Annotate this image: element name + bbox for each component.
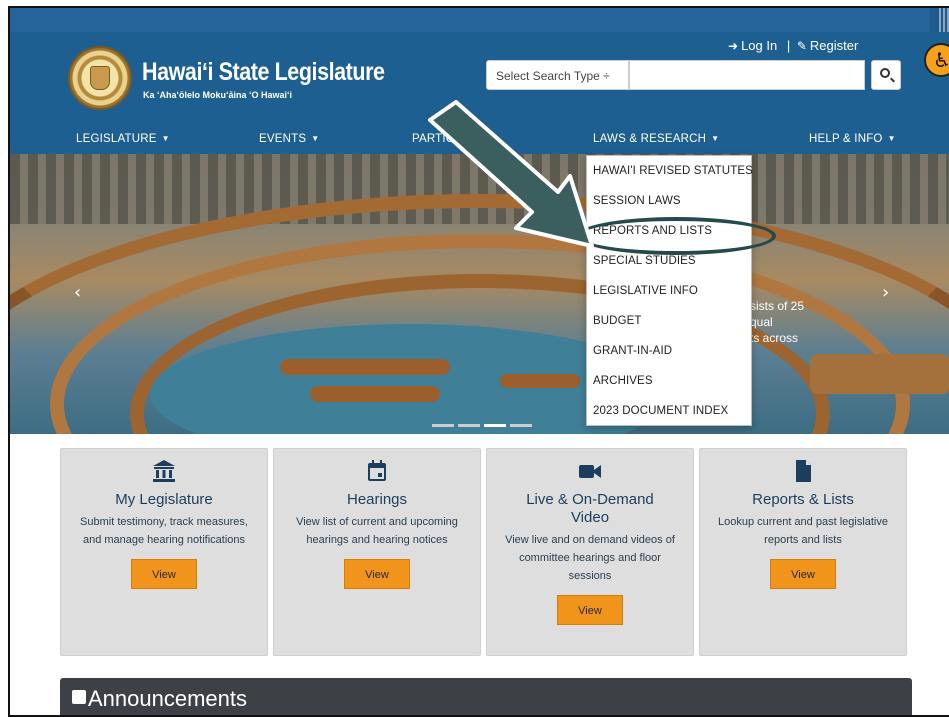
- dropdown-item-document-index[interactable]: 2023 DOCUMENT INDEX: [593, 405, 728, 417]
- calendar-icon: [368, 460, 386, 481]
- hero-caption-line: qual: [750, 315, 773, 329]
- dropdown-item-archives[interactable]: ARCHIVES: [593, 375, 653, 387]
- register-link[interactable]: Register: [810, 38, 858, 53]
- carousel-indicators: [432, 412, 536, 431]
- card-hearings: Hearings View list of current and upcomi…: [273, 448, 481, 656]
- chevron-down-icon: ▼: [887, 134, 896, 143]
- card-title: Reports & Lists: [752, 491, 854, 508]
- nav-legislature[interactable]: LEGISLATURE ▼: [76, 133, 170, 145]
- hero-caption-line: sists of 25: [750, 299, 805, 313]
- nav-label: HELP & INFO: [809, 133, 883, 145]
- carousel-next-icon[interactable]: ›: [882, 282, 889, 303]
- chamber-desk: [310, 386, 440, 402]
- hero-caption-line: ts across: [750, 331, 799, 345]
- chevron-down-icon: ▼: [161, 134, 170, 143]
- browser-frame: Hawaiʻi State Legislature Ka ʻAhaʻōlelo …: [8, 6, 949, 717]
- dropdown-item-legislative-info[interactable]: LEGISLATIVE INFO: [593, 285, 698, 297]
- card-description: View live and on demand videos of commit…: [505, 534, 675, 582]
- card-title: Live & On-Demand Video: [526, 491, 654, 526]
- document-icon: [796, 460, 811, 482]
- view-button[interactable]: View: [770, 559, 836, 589]
- announcements-bar: Announcements: [60, 678, 912, 715]
- seal-shield-icon: [90, 66, 110, 90]
- chamber-desk: [810, 354, 949, 394]
- card-live-video: Live & On-Demand Video View live and on …: [486, 448, 694, 656]
- site-subtitle: Ka ʻAhaʻōlelo Mokuʻāina ʻO Hawaiʻi: [143, 90, 293, 100]
- carousel-indicator[interactable]: [510, 424, 532, 427]
- chevron-down-icon: ▼: [311, 134, 320, 143]
- carousel-indicator-active[interactable]: [484, 424, 506, 427]
- hero-caption: sists of 25 qual ts across: [750, 298, 804, 346]
- nav-label: EVENTS: [259, 133, 307, 145]
- card-description: View list of current and upcoming hearin…: [296, 516, 458, 546]
- nav-help-info[interactable]: HELP & INFO ▼: [809, 133, 896, 145]
- announcements-title: Announcements: [88, 686, 247, 711]
- edit-icon: ✎: [796, 39, 807, 53]
- accessibility-icon: ♿: [933, 48, 949, 72]
- search-type-select[interactable]: Select Search Type ÷: [486, 60, 629, 90]
- state-seal-logo[interactable]: [68, 46, 132, 110]
- login-icon: ➜: [728, 39, 739, 53]
- chevron-down-icon: ▼: [711, 134, 720, 143]
- view-button[interactable]: View: [131, 559, 197, 589]
- nav-events[interactable]: EVENTS ▼: [259, 133, 319, 145]
- quick-links-section: My Legislature Submit testimony, track m…: [10, 434, 949, 715]
- carousel-indicator[interactable]: [432, 424, 454, 427]
- login-link[interactable]: Log In: [741, 38, 777, 53]
- top-strip-stripes: [937, 8, 949, 32]
- carousel-prev-icon[interactable]: ‹: [74, 282, 81, 303]
- building-icon: [153, 460, 175, 482]
- dropdown-item-budget[interactable]: BUDGET: [593, 315, 642, 327]
- site-title[interactable]: Hawaiʻi State Legislature: [142, 58, 385, 87]
- card-my-legislature: My Legislature Submit testimony, track m…: [60, 448, 268, 656]
- view-button[interactable]: View: [344, 559, 410, 589]
- card-title: My Legislature: [115, 491, 213, 508]
- nav-label: LEGISLATURE: [76, 133, 157, 145]
- annotation-arrow-icon: [428, 100, 594, 248]
- video-camera-icon: [579, 465, 601, 478]
- top-strip-bar: [10, 8, 930, 32]
- dropdown-item-grant-in-aid[interactable]: GRANT-IN-AID: [593, 345, 672, 357]
- search-icon: [880, 68, 890, 78]
- card-title: Hearings: [346, 491, 408, 508]
- card-reports-lists: Reports & Lists Lookup current and past …: [699, 448, 907, 656]
- chamber-desk: [280, 359, 450, 375]
- card-description: Submit testimony, track measures, and ma…: [80, 516, 248, 546]
- view-button[interactable]: View: [557, 595, 623, 625]
- top-strip: [10, 8, 949, 32]
- chamber-desk: [500, 374, 580, 388]
- card-description: Lookup current and past legislative repo…: [718, 516, 888, 546]
- search-button[interactable]: [871, 60, 901, 90]
- auth-links: ➜ Log In | ✎ Register: [728, 38, 858, 53]
- carousel-indicator[interactable]: [458, 424, 480, 427]
- megaphone-icon: [72, 690, 86, 704]
- accessibility-button[interactable]: ♿: [924, 43, 949, 77]
- search-input[interactable]: [629, 60, 865, 90]
- auth-separator: |: [786, 38, 791, 53]
